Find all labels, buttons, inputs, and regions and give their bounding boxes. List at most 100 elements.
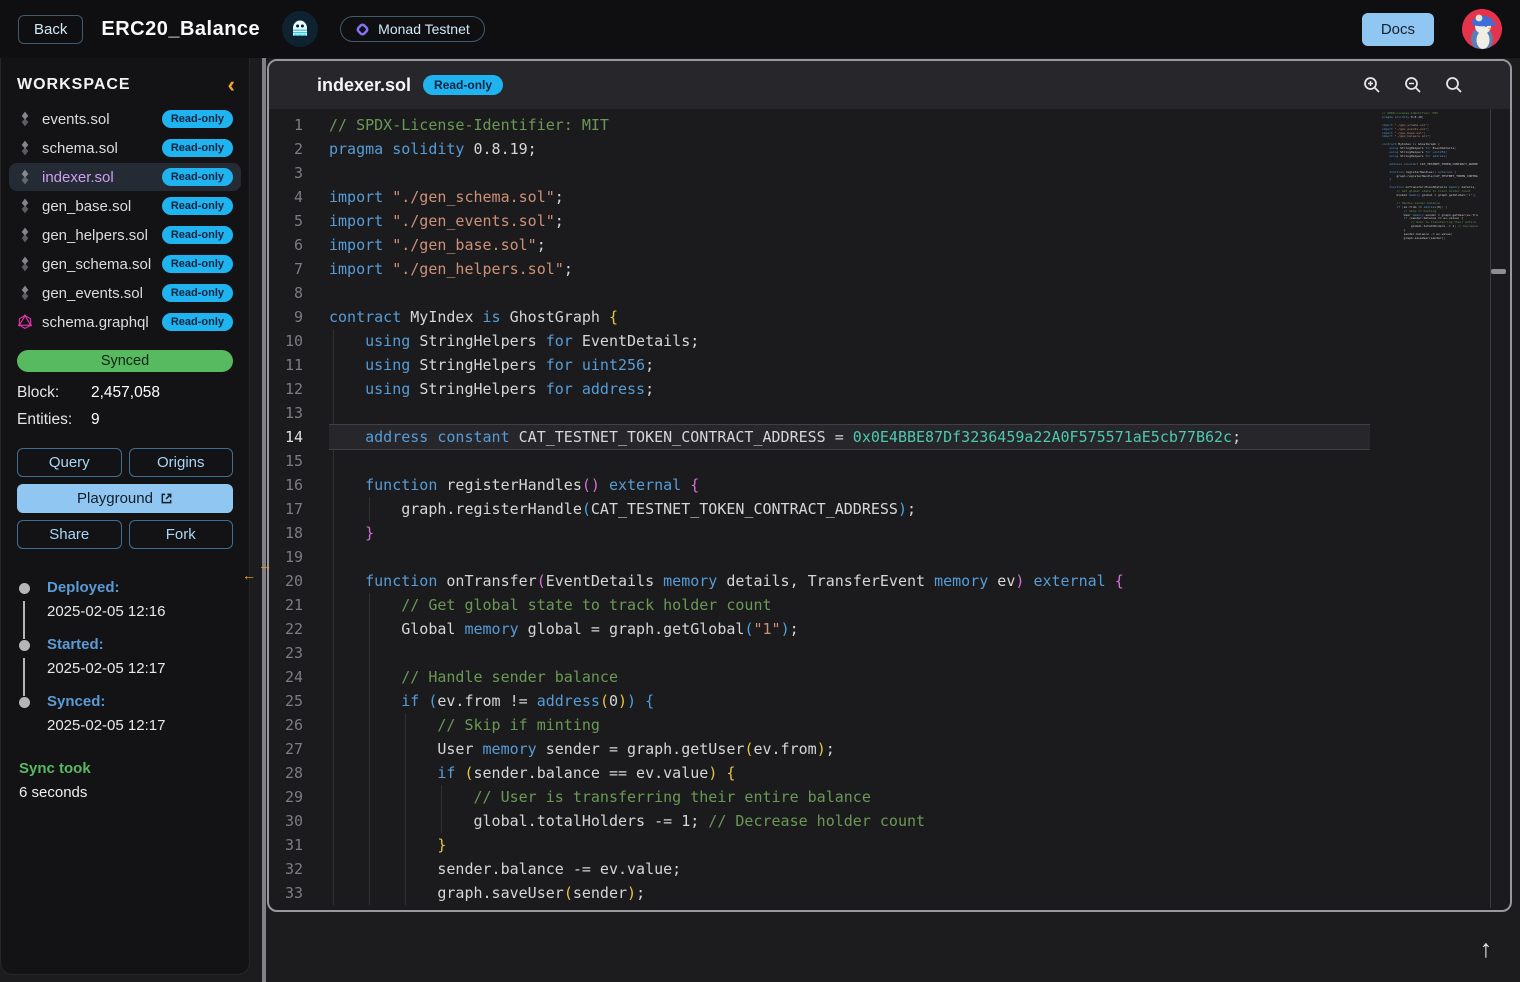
ghost-logo: [282, 11, 318, 47]
code-line: 18 }: [269, 521, 1510, 545]
code-line: 11 using StringHelpers for uint256;: [269, 353, 1510, 377]
block-stat: Block: 2,457,058: [1, 384, 249, 402]
code-line: 29 // User is transferring their entire …: [269, 785, 1510, 809]
page-title: ERC20_Balance: [101, 18, 260, 41]
sidebar-item-gen_base-sol[interactable]: gen_base.solRead-only: [9, 192, 241, 220]
sidebar-item-gen_events-sol[interactable]: gen_events.solRead-only: [9, 279, 241, 307]
line-number: 31: [269, 833, 329, 857]
line-number: 11: [269, 353, 329, 377]
line-number: 29: [269, 785, 329, 809]
zoom-out-icon[interactable]: [1403, 75, 1423, 95]
line-number: 27: [269, 737, 329, 761]
sidebar-item-schema-sol[interactable]: schema.solRead-only: [9, 134, 241, 162]
solidity-icon: [17, 227, 33, 243]
timeline-time: 2025-02-05 12:17: [47, 717, 233, 734]
solidity-icon: [17, 140, 33, 156]
solidity-icon: [17, 111, 33, 127]
file-name: gen_events.sol: [42, 285, 143, 302]
timeline-dot-icon: [19, 583, 30, 594]
file-name: gen_schema.sol: [42, 256, 151, 273]
code-line: 33 graph.saveUser(sender);: [269, 881, 1510, 905]
zoom-in-icon[interactable]: [1362, 75, 1382, 95]
editor-header: indexer.sol Read-only: [269, 61, 1510, 109]
origins-button[interactable]: Origins: [129, 448, 234, 477]
line-number: 1: [269, 113, 329, 137]
line-number: 25: [269, 689, 329, 713]
file-name: gen_helpers.sol: [42, 227, 148, 244]
topbar: Back ERC20_Balance Monad Testnet Docs: [0, 0, 1520, 58]
code-line: 26 // Skip if minting: [269, 713, 1510, 737]
share-button[interactable]: Share: [17, 520, 122, 549]
line-number: 5: [269, 209, 329, 233]
graphql-icon: [17, 314, 33, 330]
sidebar-resize-handle[interactable]: → ←: [242, 560, 272, 584]
code-area[interactable]: 1// SPDX-License-Identifier: MIT2pragma …: [269, 109, 1510, 908]
network-badge[interactable]: Monad Testnet: [340, 16, 485, 42]
block-label: Block:: [17, 384, 91, 402]
entities-value: 9: [91, 411, 100, 429]
line-number: 17: [269, 497, 329, 521]
code-line: 16 function registerHandles() external {: [269, 473, 1510, 497]
code-line: 7import "./gen_helpers.sol";: [269, 257, 1510, 281]
fork-button[interactable]: Fork: [129, 520, 234, 549]
panel-divider[interactable]: [262, 58, 266, 982]
sidebar-item-gen_schema-sol[interactable]: gen_schema.sol Read-only: [9, 250, 241, 278]
file-name: schema.graphql: [42, 314, 149, 331]
code-line: 28 if (sender.balance == ev.value) {: [269, 761, 1510, 785]
arrow-left-icon: ←: [242, 570, 256, 581]
code-line: 22 Global memory global = graph.getGloba…: [269, 617, 1510, 641]
code-line: 30 global.totalHolders -= 1; // Decrease…: [269, 809, 1510, 833]
code-line: 32 sender.balance -= ev.value;: [269, 857, 1510, 881]
scroll-top-button[interactable]: ↑: [1470, 932, 1502, 966]
code-line: 20 function onTransfer(EventDetails memo…: [269, 569, 1510, 593]
line-number: 15: [269, 449, 329, 473]
line-number: 20: [269, 569, 329, 593]
minimap[interactable]: // SPDX-License-Identifier: MITpragma so…: [1382, 112, 1478, 241]
sidebar-item-schema-graphql[interactable]: schema.graphql Read-only: [9, 308, 241, 336]
user-avatar[interactable]: [1462, 9, 1502, 49]
line-number: 10: [269, 329, 329, 353]
line-number: 7: [269, 257, 329, 281]
line-number: 19: [269, 545, 329, 569]
line-number: 30: [269, 809, 329, 833]
file-list: events.solRead-onlyschema.solRead-onlyin…: [1, 105, 249, 336]
code-line: 10 using StringHelpers for EventDetails;: [269, 329, 1510, 353]
search-icon[interactable]: [1444, 75, 1464, 95]
workspace-title: WORKSPACE: [17, 76, 228, 94]
line-number: 32: [269, 857, 329, 881]
sidebar-item-gen_helpers-sol[interactable]: gen_helpers.solRead-only: [9, 221, 241, 249]
playground-button[interactable]: Playground: [17, 484, 233, 513]
network-label: Monad Testnet: [378, 21, 470, 37]
docs-button[interactable]: Docs: [1362, 13, 1434, 46]
code-line: 23: [269, 641, 1510, 665]
code-line: 24 // Handle sender balance: [269, 665, 1510, 689]
sidebar-item-events-sol[interactable]: events.solRead-only: [9, 105, 241, 133]
line-number: 33: [269, 881, 329, 905]
code-line: 6import "./gen_base.sol";: [269, 233, 1510, 257]
sidebar-item-indexer-sol[interactable]: indexer.sol Read-only: [9, 163, 241, 191]
back-button[interactable]: Back: [18, 15, 83, 44]
code-line: 17 graph.registerHandle(CAT_TESTNET_TOKE…: [269, 497, 1510, 521]
code-line: 27 User memory sender = graph.getUser(ev…: [269, 737, 1510, 761]
code-line: 4import "./gen_schema.sol";: [269, 185, 1510, 209]
readonly-badge: Read-only: [162, 313, 233, 331]
line-number: 24: [269, 665, 329, 689]
readonly-badge: Read-only: [162, 168, 233, 186]
collapse-sidebar-icon[interactable]: ‹: [228, 78, 235, 92]
external-link-icon: [160, 492, 173, 505]
line-number: 13: [269, 401, 329, 425]
timeline-item: Synced:2025-02-05 12:17: [19, 693, 233, 734]
line-number: 3: [269, 161, 329, 185]
scrollbar-handle[interactable]: [1491, 269, 1506, 274]
solidity-icon: [17, 198, 33, 214]
sync-took-value: 6 seconds: [19, 784, 233, 801]
entities-label: Entities:: [17, 411, 91, 429]
file-name: indexer.sol: [42, 169, 114, 186]
code-line: 31 }: [269, 833, 1510, 857]
readonly-badge: Read-only: [423, 75, 503, 95]
query-button[interactable]: Query: [17, 448, 122, 477]
readonly-badge: Read-only: [162, 197, 233, 215]
readonly-badge: Read-only: [162, 255, 233, 273]
block-value: 2,457,058: [91, 384, 160, 402]
code-line: 12 using StringHelpers for address;: [269, 377, 1510, 401]
